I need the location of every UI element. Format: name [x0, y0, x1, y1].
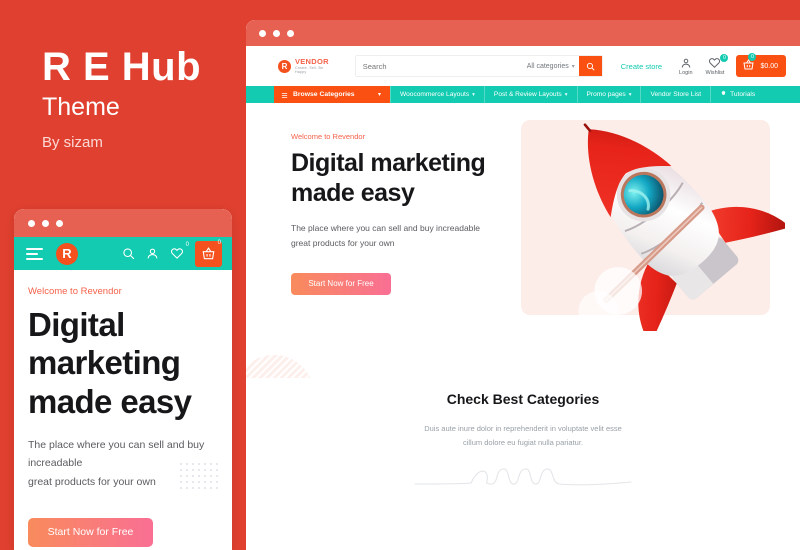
wishlist-label: Wishlist: [705, 69, 725, 76]
window-dot-minimize[interactable]: [273, 29, 280, 37]
search-bar: All categories ▾: [354, 55, 603, 77]
hero-image-panel: [521, 120, 785, 331]
nav-item-woocommerce-layouts[interactable]: Woocommerce Layouts ▾: [390, 86, 484, 103]
dot-grid-decoration: [178, 461, 218, 493]
rocket-illustration: [578, 123, 785, 331]
promo-subtitle: Theme: [42, 93, 120, 121]
cart-badge: 0: [217, 239, 221, 246]
hero-heading: Digital marketing made easy: [291, 149, 486, 207]
search-icon[interactable]: [122, 247, 135, 260]
logo-tagline: Create. Sell. Be Happy: [294, 65, 324, 74]
hero-cta-button[interactable]: Start Now for Free: [291, 272, 391, 295]
hero-section: Welcome to Revendor Digital marketing ma…: [246, 103, 800, 435]
chevron-down-icon: ▾: [571, 63, 575, 70]
site-header: R VENDOR Create. Sell. Be Happy All cate…: [246, 46, 800, 86]
nav-item-label: Woocommerce Layouts: [400, 91, 470, 98]
hero-eyebrow: Welcome to Revendor: [291, 132, 366, 141]
mobile-hero-eyebrow: Welcome to Revendor: [28, 286, 122, 297]
desktop-window-titlebar: [246, 20, 800, 46]
categories-title: Check Best Categories: [446, 391, 600, 407]
promo-author: By sizam: [42, 134, 103, 151]
cart-basket-icon[interactable]: 0: [195, 239, 222, 267]
screenshot-root: R E Hub Theme By sizam R 0 0 Welcome to …: [0, 0, 800, 550]
chevron-down-icon: ▾: [377, 92, 381, 98]
mobile-navbar: R 0 0: [14, 237, 232, 270]
hamburger-icon[interactable]: [26, 247, 43, 260]
hero-paragraph-line2: great products for your own: [291, 237, 395, 248]
categories-section: Check Best Categories Duis aute inure do…: [246, 378, 800, 492]
browse-categories-button[interactable]: Browse Categories ▾: [274, 86, 390, 103]
window-dot-minimize[interactable]: [42, 219, 49, 227]
mobile-window-titlebar: [14, 209, 232, 237]
categories-subtitle-line2: cillum dolore eu fugiat nulla pariatur.: [462, 437, 584, 447]
wishlist-badge: 0: [185, 242, 189, 248]
search-input[interactable]: [355, 60, 527, 72]
login-button[interactable]: Login: [679, 57, 693, 76]
search-category-label: All categories: [526, 62, 569, 70]
cart-basket-icon: [742, 58, 755, 74]
list-icon: [281, 86, 288, 104]
chevron-down-icon: ▾: [472, 91, 475, 98]
desktop-mockup: R VENDOR Create. Sell. Be Happy All cate…: [246, 20, 800, 550]
window-dot-maximize[interactable]: [287, 29, 294, 37]
wishlist-heart-icon[interactable]: 0: [170, 242, 189, 260]
search-button[interactable]: [578, 56, 602, 76]
browse-categories-label: Browse Categories: [293, 91, 355, 98]
squiggle-divider: [414, 468, 632, 486]
mobile-logo[interactable]: R: [56, 242, 78, 265]
account-group: Login Wishlist 0: [679, 53, 729, 76]
create-store-link[interactable]: Create store: [621, 62, 662, 71]
site-logo[interactable]: R VENDOR Create. Sell. Be Happy: [278, 58, 336, 74]
search-category-select[interactable]: All categories ▾: [527, 63, 579, 70]
promo-title: R E Hub: [42, 45, 202, 89]
logo-name: VENDOR: [294, 56, 329, 66]
mobile-hero: Welcome to Revendor Digital marketing ma…: [14, 270, 232, 547]
hero-text-block: Welcome to Revendor Digital marketing ma…: [291, 132, 506, 295]
mobile-hero-heading: Digital marketing made easy: [28, 306, 192, 420]
cart-total: $0.00: [760, 62, 778, 70]
window-dot-close[interactable]: [259, 29, 266, 37]
login-label: Login: [679, 69, 693, 76]
wishlist-button[interactable]: Wishlist 0: [705, 53, 729, 76]
mobile-mockup: R 0 0 Welcome to Revendor Digital market…: [14, 209, 232, 550]
user-icon[interactable]: [146, 247, 159, 260]
categories-subtitle-line1: Duis aute inure dolor in reprehenderit i…: [424, 424, 622, 433]
cart-button[interactable]: $0.00 0: [736, 53, 786, 77]
logo-mark: R: [278, 59, 291, 73]
mobile-cta-button[interactable]: Start Now for Free: [28, 517, 153, 547]
mobile-icon-group: 0 0: [122, 239, 224, 267]
hero-paragraph-line1: The place where you can sell and buy inc…: [291, 223, 481, 233]
window-dot-close[interactable]: [28, 219, 35, 227]
wishlist-badge: 0: [720, 53, 729, 62]
window-dot-maximize[interactable]: [56, 219, 63, 227]
